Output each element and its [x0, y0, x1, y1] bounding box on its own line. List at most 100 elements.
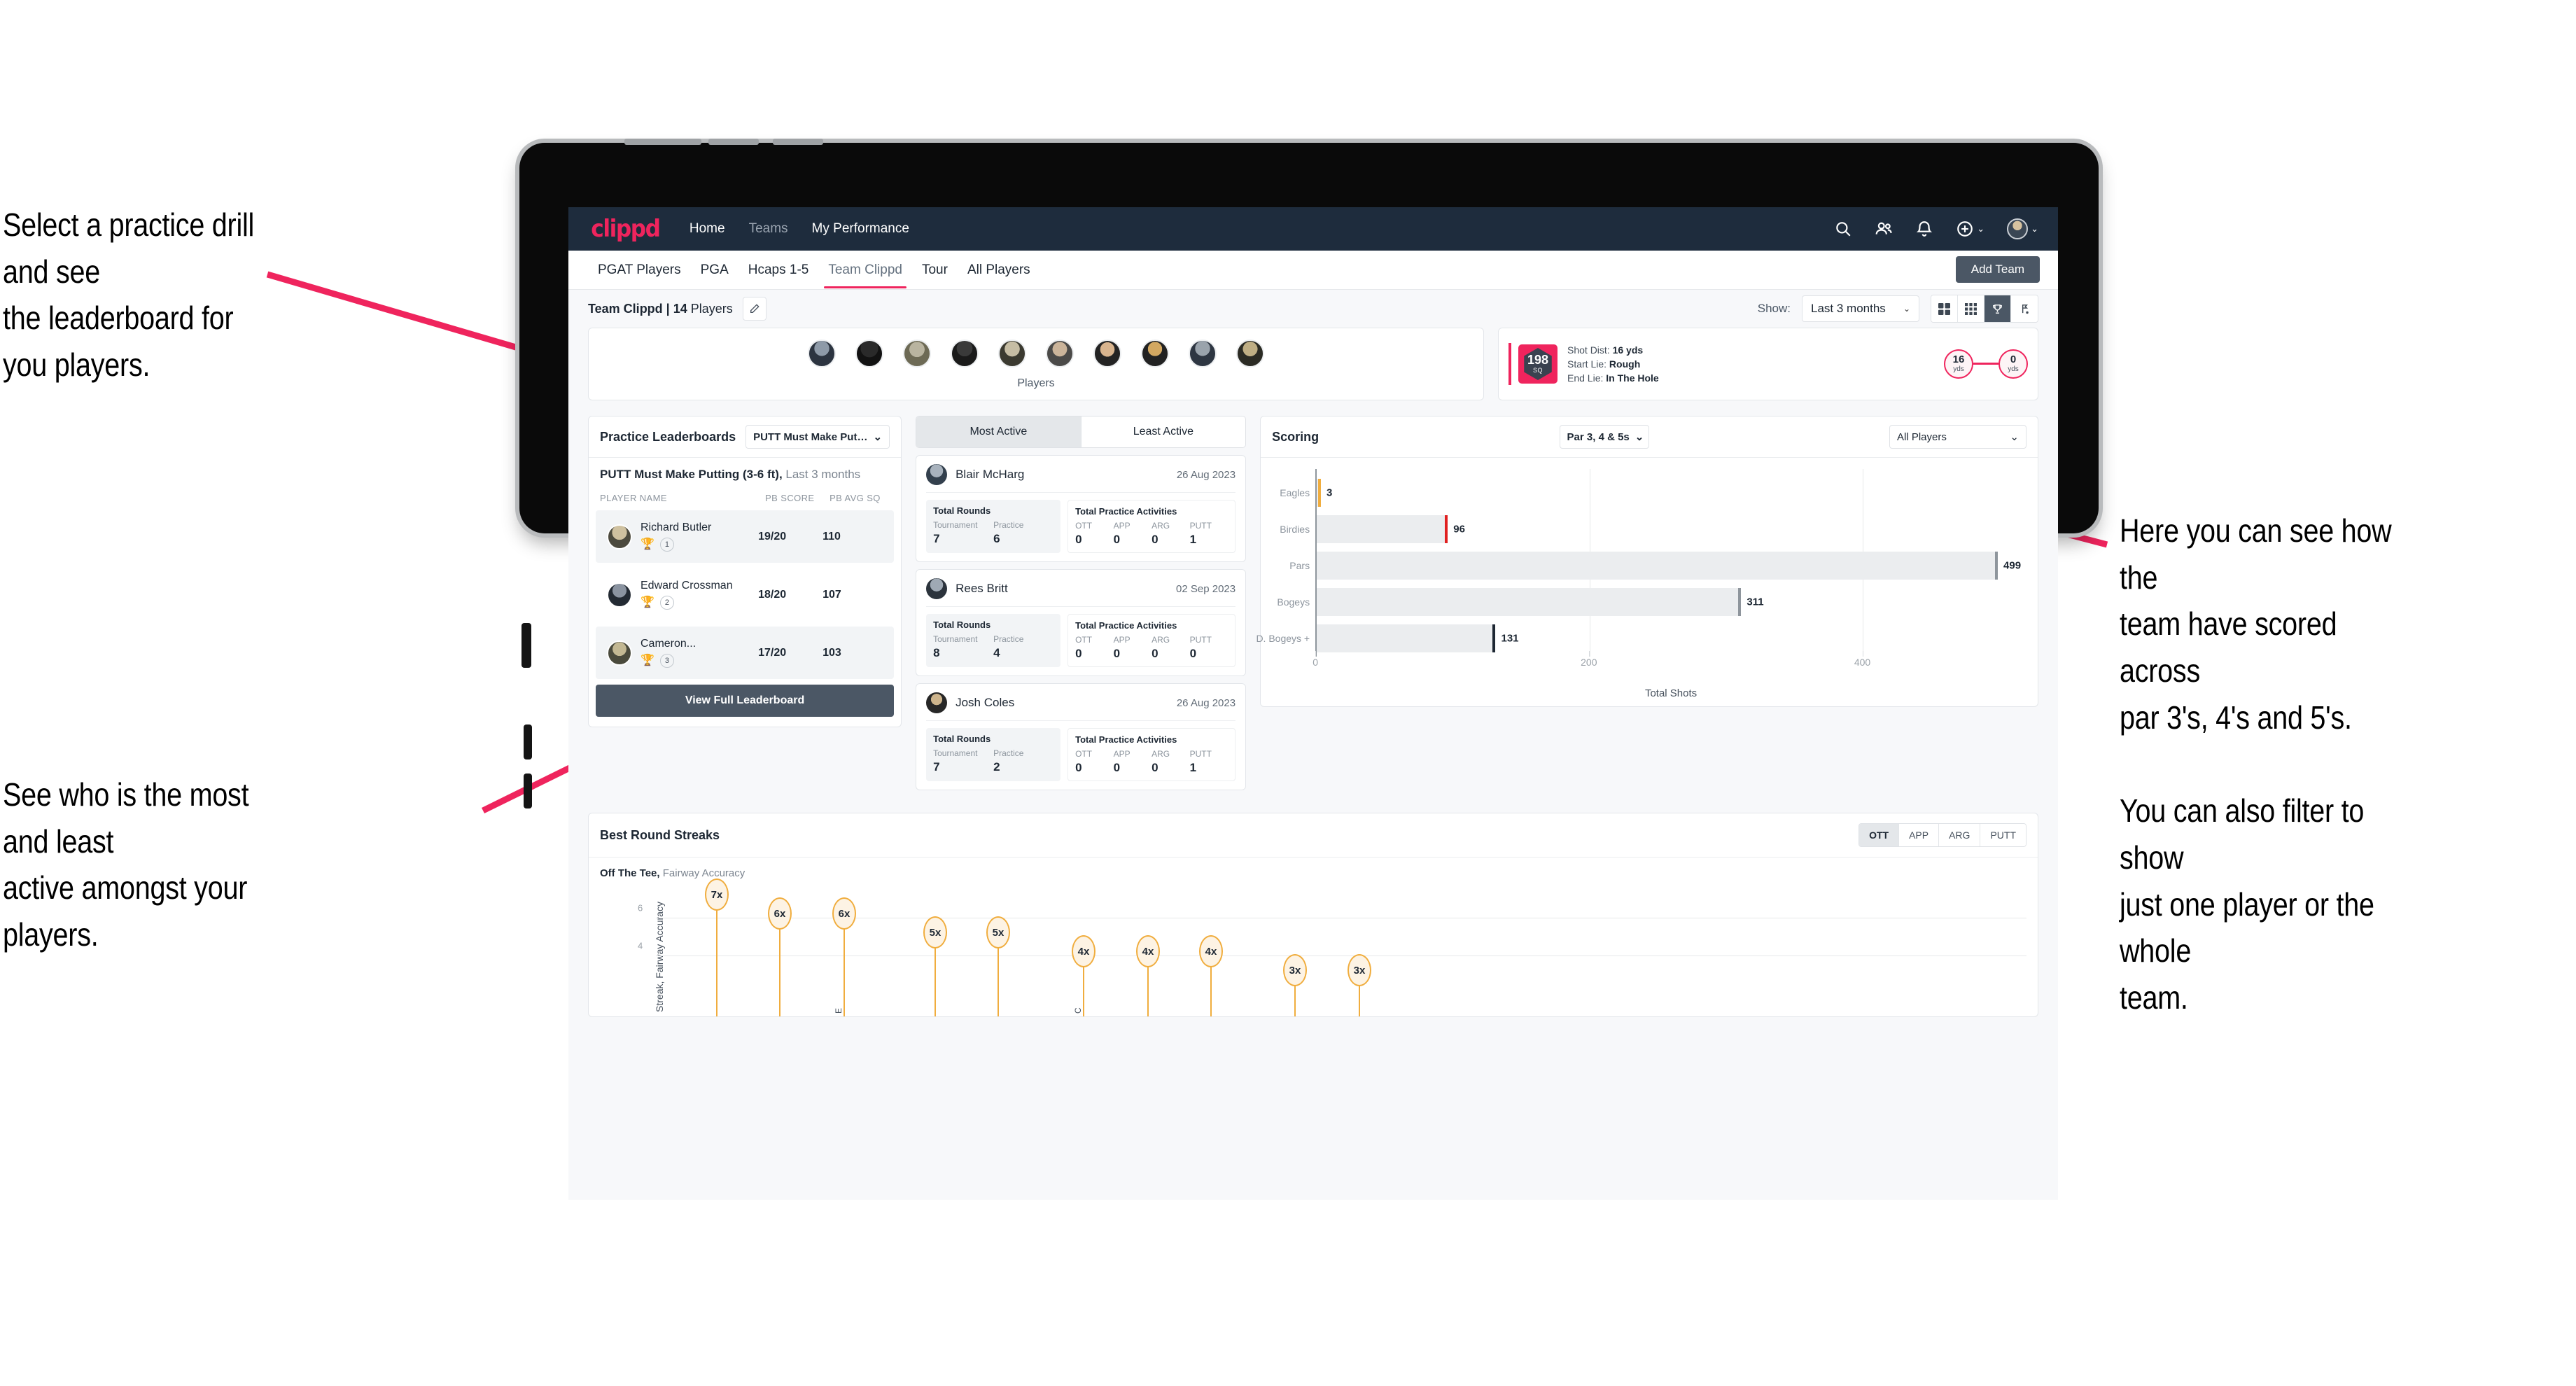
shot-dist-line: Shot Dist: 16 yds — [1567, 344, 1644, 356]
table-row[interactable]: Edward Crossman 🏆 2 18/20 107 — [596, 568, 894, 621]
segment-putt[interactable]: PUTT — [1980, 824, 2026, 846]
tab-pga[interactable]: PGA — [691, 251, 738, 288]
player-filter-select[interactable]: All Players ⌄ — [1889, 425, 2026, 449]
add-menu[interactable]: ⌄ — [1956, 220, 1984, 238]
activity-date: 02 Sep 2023 — [1176, 582, 1236, 595]
lollipop[interactable]: 4x — [1072, 935, 1096, 1016]
tab-pgat-players[interactable]: PGAT Players — [588, 251, 691, 288]
avatar[interactable] — [951, 340, 979, 368]
activity-card[interactable]: Rees Britt 02 Sep 2023 Total Rounds Tour… — [916, 569, 1247, 676]
segment-ott[interactable]: OTT — [1859, 824, 1900, 846]
pb-score: 17/20 — [758, 646, 787, 659]
drill-select[interactable]: PUTT Must Make Putting ... ⌄ — [746, 425, 890, 449]
activity-card[interactable]: Josh Coles 26 Aug 2023 Total Rounds Tour… — [916, 683, 1247, 790]
par-filter-select[interactable]: Par 3, 4 & 5s ⌄ — [1559, 425, 1649, 449]
stat-app: APP 0 — [1113, 749, 1130, 774]
total-rounds-box: Total Rounds Tournament 8 Practice 4 — [926, 614, 1061, 667]
tablet-screen: clippd Home Teams My Performance ⌄ ⌄ PGA… — [568, 207, 2058, 1200]
pb-avg-sq: 110 — [822, 530, 841, 542]
lollipop[interactable]: 6x — [832, 897, 856, 1016]
lollipop-label: 6x — [768, 897, 792, 930]
avatar[interactable] — [855, 340, 883, 368]
avatar[interactable] — [1189, 340, 1217, 368]
navbar-actions: ⌄ ⌄ — [1834, 218, 2038, 239]
bar: 96 — [1317, 515, 1465, 543]
nav-link-my-performance[interactable]: My Performance — [812, 221, 909, 237]
search-icon[interactable] — [1834, 220, 1852, 238]
profile-menu[interactable]: ⌄ — [2007, 218, 2038, 239]
flag-icon[interactable] — [2011, 295, 2038, 322]
avatar[interactable] — [1046, 340, 1074, 368]
avatar[interactable] — [808, 340, 836, 368]
avatar[interactable] — [1093, 340, 1121, 368]
add-team-button[interactable]: Add Team — [1955, 256, 2040, 283]
bell-icon[interactable] — [1915, 220, 1933, 238]
xtick-0: 0 — [1312, 657, 1318, 668]
nav-link-teams[interactable]: Teams — [749, 221, 788, 237]
pencil-icon — [750, 304, 760, 313]
bar-value: 311 — [1746, 596, 1764, 608]
segment-app[interactable]: APP — [1899, 824, 1940, 846]
activity-card[interactable]: Blair McHarg 26 Aug 2023 Total Rounds To… — [916, 455, 1247, 562]
bar-value: 96 — [1453, 523, 1465, 536]
bar-group-bogeys: Bogeys 311 — [1277, 588, 2026, 616]
activity-tabs: Most Active Least Active — [916, 416, 1247, 448]
total-rounds-title: Total Rounds — [933, 734, 991, 744]
view-full-leaderboard-button[interactable]: View Full Leaderboard — [596, 685, 895, 717]
clippd-logo[interactable]: clippd — [591, 215, 661, 243]
plus-circle-icon[interactable] — [1956, 220, 1974, 238]
lollipop[interactable]: 5x — [986, 916, 1010, 1016]
avatar[interactable] — [1141, 340, 1169, 368]
table-row[interactable]: Cameron... 🏆 3 17/20 103 — [596, 626, 895, 679]
lollipop[interactable]: 3x — [1348, 954, 1371, 1016]
lollipop-label: 3x — [1348, 954, 1371, 986]
avatar[interactable] — [2007, 218, 2029, 239]
lollipop[interactable]: 6x — [768, 897, 792, 1016]
tab-hcaps-1-5[interactable]: Hcaps 1-5 — [738, 251, 819, 288]
rounds-columns: Tournament 7 Practice 6 — [933, 520, 1054, 546]
grid-large-icon[interactable] — [1931, 295, 1958, 322]
player-avatars — [589, 337, 1483, 368]
nav-link-home[interactable]: Home — [690, 221, 725, 237]
people-icon[interactable] — [1875, 220, 1893, 238]
trophy-icon: 🏆 — [640, 538, 654, 550]
tab-least-active[interactable]: Least Active — [1082, 416, 1246, 447]
lollipop[interactable]: 7x — [705, 878, 729, 1016]
pb-avg-sq: 103 — [822, 646, 841, 659]
lollipop[interactable]: 3x — [1283, 954, 1307, 1016]
edit-team-button[interactable] — [742, 297, 766, 321]
player-filter-value: All Players — [1896, 430, 1947, 443]
toolbar-right-group: Show: Last 3 months ⌄ — [1758, 295, 2038, 323]
bar-cap — [1317, 479, 1321, 507]
activity-date: 26 Aug 2023 — [1176, 696, 1236, 709]
bar-value: 499 — [2003, 559, 2022, 572]
segment-arg[interactable]: ARG — [1939, 824, 1981, 846]
lollipop[interactable]: 5x — [923, 916, 947, 1016]
tab-most-active[interactable]: Most Active — [916, 416, 1082, 447]
bar-cap — [1738, 588, 1742, 616]
total-rounds-title: Total Rounds — [933, 620, 991, 630]
tab-tour[interactable]: Tour — [912, 251, 958, 288]
tab-team-clippd[interactable]: Team Clippd — [818, 251, 912, 288]
team-toolbar: Team Clippd | 14 Players Show: Last 3 mo… — [568, 290, 2058, 328]
grid-small-icon[interactable] — [1958, 295, 1984, 322]
trophy-icon[interactable] — [1984, 295, 2011, 322]
avatar — [607, 524, 632, 550]
lollipop[interactable]: 4x — [1199, 935, 1223, 1016]
practice-activities-box: Total Practice Activities OTT 0 APP 0 ARG 0… — [1068, 614, 1236, 667]
rounds-columns: Tournament 8 Practice 4 — [933, 634, 1054, 660]
start-lie-line: Start Lie: Rough — [1567, 358, 1641, 370]
total-rounds-box: Total Rounds Tournament 7 Practice 2 — [926, 728, 1061, 781]
lollipop-label: 3x — [1283, 954, 1307, 986]
lollipop[interactable]: 4x — [1136, 935, 1160, 1016]
activity-card-header: Rees Britt 02 Sep 2023 — [926, 578, 1236, 607]
activity-panel: Most Active Least Active Blair McHarg 26… — [916, 416, 1247, 797]
table-row[interactable]: Richard Butler 🏆 1 19/20 110 — [596, 510, 895, 563]
avatar[interactable] — [903, 340, 931, 368]
avatar[interactable] — [998, 340, 1026, 368]
par-filter-value: Par 3, 4 & 5s — [1567, 430, 1630, 443]
period-select[interactable]: Last 3 months ⌄ — [1802, 295, 1919, 322]
tab-all-players[interactable]: All Players — [958, 251, 1040, 288]
player-name: Edward Crossman — [640, 580, 733, 592]
avatar[interactable] — [1236, 340, 1264, 368]
